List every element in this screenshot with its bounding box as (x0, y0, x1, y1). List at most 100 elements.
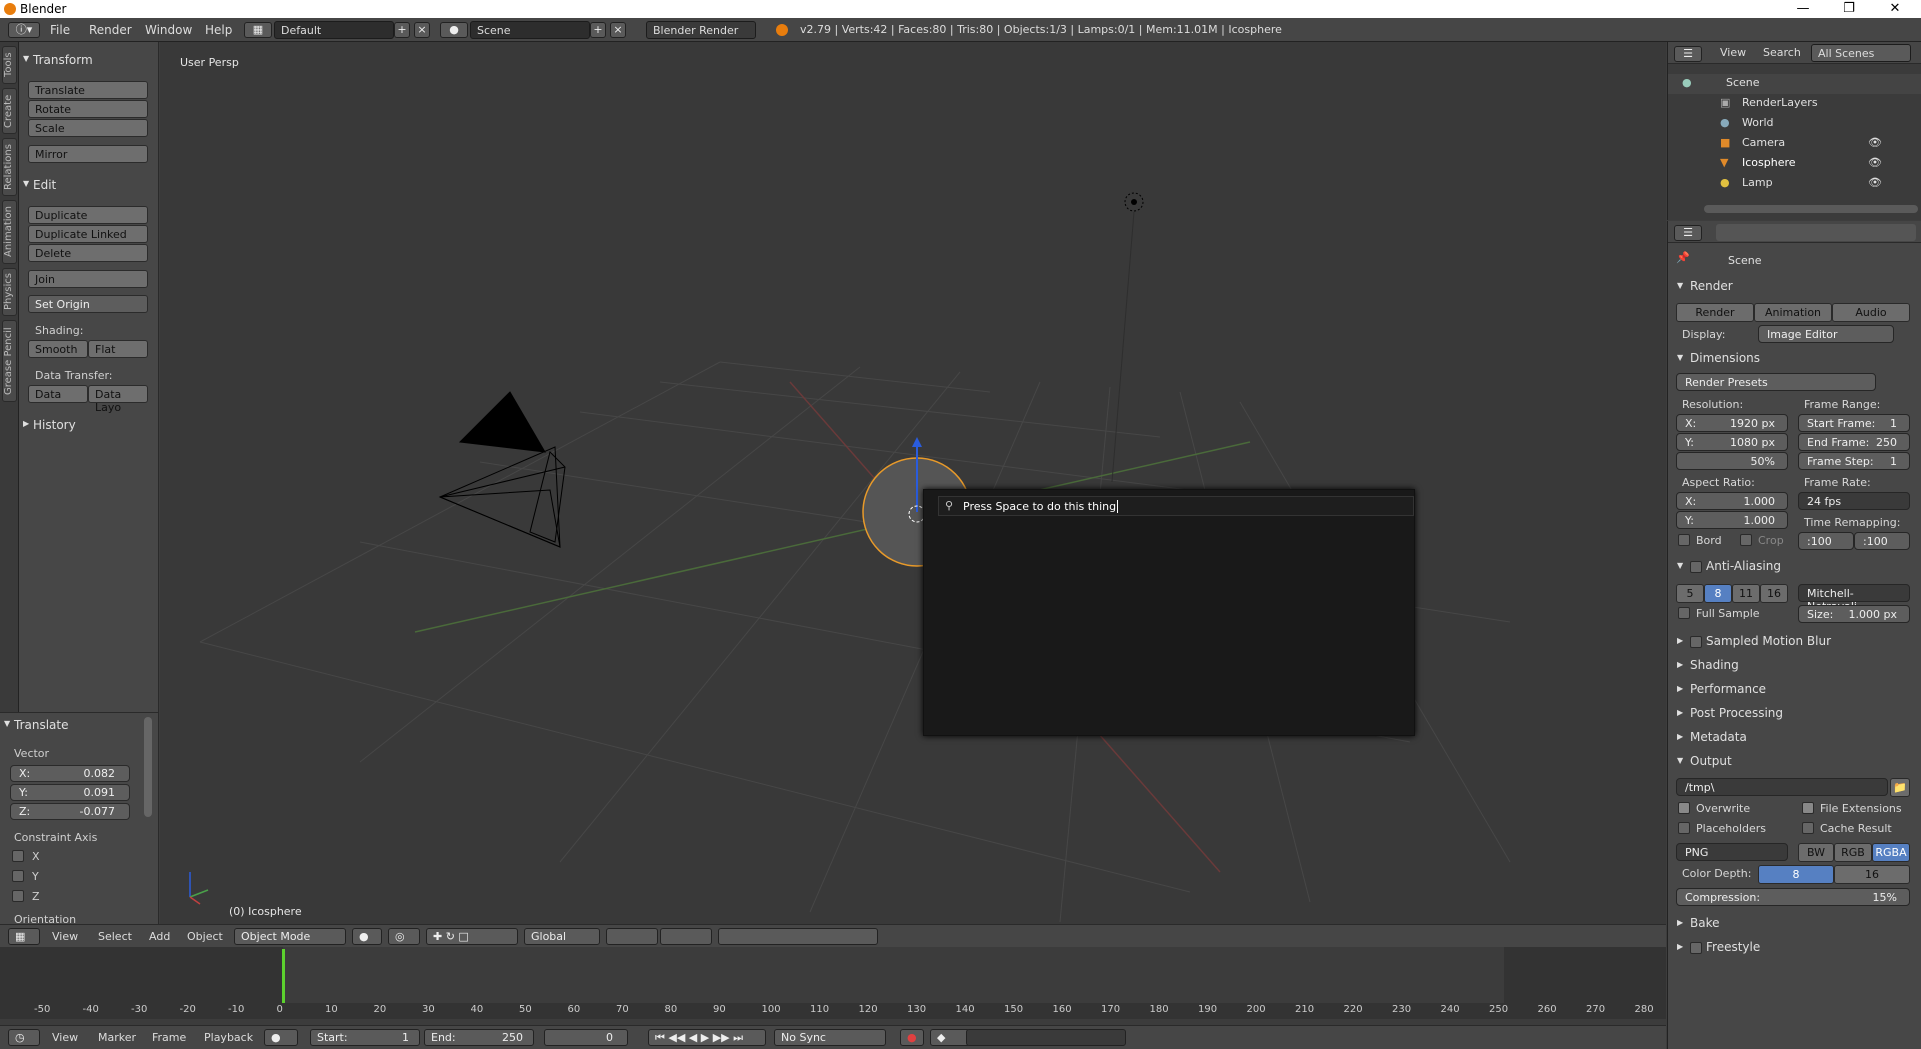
menu-help[interactable]: Help (205, 23, 232, 37)
pivot-icon[interactable]: ◎ (388, 928, 420, 945)
animation-button[interactable]: Animation (1754, 303, 1832, 322)
smooth-button[interactable]: Smooth (28, 340, 88, 358)
mirror-button[interactable]: Mirror (28, 145, 148, 163)
shading-section-header[interactable]: Shading (1676, 658, 1916, 672)
tab-grease-pencil[interactable]: Grease Pencil (2, 320, 17, 402)
tl-menu-marker[interactable]: Marker (98, 1031, 136, 1044)
search-input[interactable]: ⚲ Press Space to do this thing (938, 496, 1414, 516)
cache-result-checkbox[interactable] (1802, 822, 1814, 834)
folder-icon[interactable]: 📁 (1890, 778, 1910, 797)
mode-select[interactable]: Object Mode (234, 928, 346, 945)
minimize-icon[interactable]: — (1780, 0, 1826, 18)
color-rgba-button[interactable]: RGBA (1872, 843, 1910, 862)
data-button[interactable]: Data (28, 385, 88, 403)
constraint-z-checkbox[interactable] (12, 890, 24, 902)
tl-menu-frame[interactable]: Frame (152, 1031, 186, 1044)
context-tabs-icons[interactable] (1716, 224, 1916, 241)
lamp-object[interactable] (1111, 192, 1144, 483)
add-scene-icon[interactable]: + (590, 22, 606, 38)
add-layout-icon[interactable]: + (394, 22, 410, 38)
snap-render-icons[interactable] (718, 928, 878, 945)
anti-aliasing-section-header[interactable]: Anti-Aliasing (1676, 559, 1916, 573)
constraint-y-checkbox[interactable] (12, 870, 24, 882)
output-section-header[interactable]: Output (1676, 754, 1916, 768)
end-frame-field[interactable]: End Frame: 250 (1798, 433, 1910, 451)
layers-grid-2[interactable] (660, 928, 712, 945)
overwrite-checkbox[interactable] (1678, 802, 1690, 814)
maximize-icon[interactable]: ❐ (1826, 0, 1872, 18)
outliner-row-lamp[interactable]: ● Lamp 👁 (1668, 174, 1921, 194)
frame-rate-select[interactable]: 24 fps (1798, 492, 1910, 510)
frame-step-field[interactable]: Frame Step: 1 (1798, 452, 1910, 470)
sync-select[interactable]: No Sync (774, 1029, 886, 1046)
output-path-field[interactable]: /tmp\ (1676, 778, 1888, 796)
layout-field[interactable]: Default (274, 21, 394, 39)
render-section-header[interactable]: Render (1676, 279, 1916, 293)
translate-panel-header[interactable]: Translate (0, 715, 140, 735)
remove-scene-icon[interactable]: × (610, 22, 626, 38)
start-frame-field[interactable]: Start Frame: 1 (1798, 414, 1910, 432)
manipulator-icons[interactable]: ✚ ↻ □ (426, 928, 518, 945)
3d-viewport[interactable]: User Persp (0) Icosphere (160, 42, 1666, 924)
compression-slider[interactable]: Compression: 15% (1676, 888, 1910, 906)
properties-editor-icon[interactable]: ☰ (1674, 225, 1702, 241)
aa-sample-8[interactable]: 8 (1704, 584, 1732, 603)
menu-window[interactable]: Window (145, 23, 192, 37)
keyframe-type-icon[interactable]: ◆ (930, 1029, 970, 1046)
tab-animation[interactable]: Animation (2, 200, 17, 264)
delete-button[interactable]: Delete (28, 244, 148, 262)
outliner-row-world[interactable]: ● World (1668, 114, 1921, 134)
post-processing-section-header[interactable]: Post Processing (1676, 706, 1916, 720)
aa-size-field[interactable]: Size: 1.000 px (1798, 605, 1910, 623)
outliner-row-icosphere[interactable]: ▼ Icosphere 👁 (1668, 154, 1921, 174)
join-button[interactable]: Join (28, 270, 148, 288)
set-origin-dropdown[interactable]: Set Origin (28, 295, 148, 313)
aa-filter-select[interactable]: Mitchell-Netravali (1798, 584, 1910, 613)
playback-controls[interactable]: ⏮ ◀◀ ◀ ▶ ▶▶ ⏭ (648, 1029, 766, 1046)
transform-panel-header[interactable]: Transform (19, 50, 159, 70)
metadata-section-header[interactable]: Metadata (1676, 730, 1916, 744)
pin-icon[interactable]: 📌 (1676, 251, 1690, 264)
outliner-editor-icon[interactable]: ☰ (1674, 46, 1702, 62)
vector-y-field[interactable]: Y: 0.091 (10, 784, 130, 801)
outliner-menu-view[interactable]: View (1720, 46, 1746, 59)
frame-ruler[interactable]: -50 -40 -30 -20 -10 0 10 20 30 40 50 60 70 80 90 100 110… (0, 1003, 1666, 1019)
duplicate-linked-button[interactable]: Duplicate Linked (28, 225, 148, 243)
tl-menu-view[interactable]: View (52, 1031, 78, 1044)
performance-section-header[interactable]: Performance (1676, 682, 1916, 696)
anti-aliasing-checkbox[interactable] (1690, 561, 1702, 573)
render-presets-select[interactable]: Render Presets (1676, 373, 1876, 391)
tl-menu-playback[interactable]: Playback (204, 1031, 253, 1044)
remove-layout-icon[interactable]: × (414, 22, 430, 38)
playhead-marker[interactable] (282, 949, 285, 1007)
shading-mode-icon[interactable]: ● (352, 928, 382, 945)
editor-type-timeline-icon[interactable]: ◷ (8, 1029, 40, 1046)
menu-file[interactable]: File (50, 23, 70, 37)
aspect-x-field[interactable]: X: 1.000 (1676, 492, 1788, 510)
keying-icons[interactable]: ● (264, 1029, 298, 1046)
render-engine-select[interactable]: Blender Render (646, 21, 756, 39)
eye-icon[interactable]: 👁 (1868, 136, 1882, 149)
scene-icon[interactable]: ● (440, 22, 468, 38)
translate-button[interactable]: Translate (28, 81, 148, 99)
scene-field[interactable]: Scene (470, 21, 590, 39)
color-bw-button[interactable]: BW (1798, 843, 1834, 862)
end-frame-field[interactable]: End: 250 (424, 1029, 534, 1046)
file-format-select[interactable]: PNG (1676, 843, 1788, 861)
editor-type-3d-icon[interactable]: ▦ (8, 928, 40, 945)
file-extensions-checkbox[interactable] (1802, 802, 1814, 814)
audio-button[interactable]: Audio (1832, 303, 1910, 322)
outliner-filter-select[interactable]: All Scenes (1811, 44, 1911, 62)
record-icon[interactable]: ● (900, 1029, 924, 1046)
current-frame-field[interactable]: 0 (544, 1029, 628, 1046)
close-icon[interactable]: ✕ (1872, 0, 1918, 18)
constraint-x-checkbox[interactable] (12, 850, 24, 862)
layers-grid-1[interactable] (606, 928, 658, 945)
color-rgb-button[interactable]: RGB (1834, 843, 1872, 862)
display-select[interactable]: Image Editor (1758, 325, 1894, 343)
dimensions-section-header[interactable]: Dimensions (1676, 351, 1916, 365)
scale-button[interactable]: Scale (28, 119, 148, 137)
res-percent-field[interactable]: 50% (1676, 452, 1788, 470)
keying-set-field[interactable] (966, 1029, 1126, 1046)
bake-section-header[interactable]: Bake (1676, 916, 1916, 930)
